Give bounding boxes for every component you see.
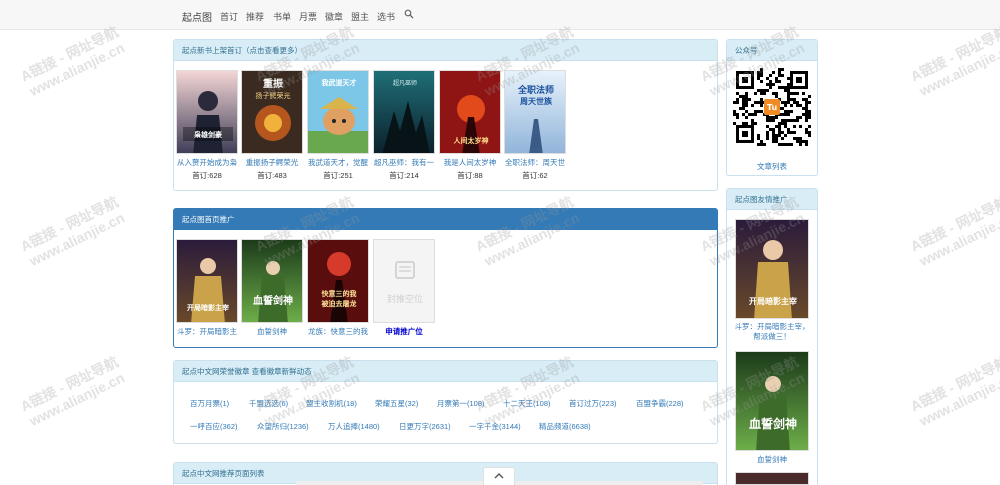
book-cover[interactable]: 重振 扬子鳄荣光 xyxy=(241,70,303,154)
qr-badge-text: Tu xyxy=(767,103,778,112)
badge-link[interactable]: 万人追捧(1480) xyxy=(328,421,380,432)
watermark: A链接 - 网址导航 www.alianjie.cn xyxy=(17,193,127,270)
svg-text:开局暗影主宰: 开局暗影主宰 xyxy=(187,303,229,312)
svg-text:我武道天才: 我武道天才 xyxy=(322,78,357,87)
watermark: A链接 - 网址导航 www.alianjie.cn xyxy=(17,23,127,100)
empty-slot-label: 封推空位 xyxy=(387,293,423,305)
badge-link[interactable]: 首订过万(223) xyxy=(569,398,617,409)
sidebar-book-card[interactable]: 开局暗影主宰 斗罗：开局暗影主宰，帮派做三！ xyxy=(733,219,811,342)
search-icon[interactable] xyxy=(404,9,414,19)
nav-item-choose-book[interactable]: 选书 xyxy=(377,10,395,23)
book-title[interactable]: 血誓剑神 xyxy=(240,326,304,337)
book-subscriptions: 首订:88 xyxy=(457,171,483,180)
article-list-link[interactable]: 文章列表 xyxy=(757,161,787,172)
book-cover[interactable]: 血誓剑神 xyxy=(241,239,303,323)
svg-text:重振: 重振 xyxy=(263,77,283,90)
badge-link[interactable]: 十二天王(108) xyxy=(503,398,551,409)
book-title[interactable]: 斗罗：开局暗影主宰，帮派做三！ xyxy=(733,322,811,342)
badge-link[interactable]: 百万月票(1) xyxy=(190,398,229,409)
book-title[interactable]: 斗罗：开局暗影主 xyxy=(175,326,239,337)
promo-book-card[interactable]: 快意三的我 被迫去屠龙 龙族：快意三的我 xyxy=(306,239,370,337)
book-title[interactable]: 龙族：快意三的我 xyxy=(306,326,370,337)
book-subscriptions: 首订:251 xyxy=(323,171,353,180)
book-title[interactable]: 血誓剑神 xyxy=(733,454,811,465)
book-subscriptions: 首订:62 xyxy=(522,171,548,180)
book-cover[interactable]: 人间太岁神 xyxy=(439,70,501,154)
svg-text:全职法师: 全职法师 xyxy=(517,84,554,96)
book-cover[interactable]: 快意三的我 被迫去屠龙 xyxy=(307,239,369,323)
book-title[interactable]: 我是人间太岁神 xyxy=(438,157,502,168)
apply-promo-link[interactable]: 申请推广位 xyxy=(372,326,436,337)
book-cover[interactable] xyxy=(735,472,809,485)
empty-slot-cover[interactable]: 封推空位 xyxy=(373,239,435,323)
book-subscriptions: 首订:628 xyxy=(192,171,222,180)
qr-code-image: Tu xyxy=(733,68,811,146)
public-account-header: 公众号 xyxy=(727,40,817,61)
svg-text:人间太岁神: 人间太岁神 xyxy=(454,136,489,145)
book-title[interactable]: 全职法师：周天世 xyxy=(503,157,567,168)
book-cover[interactable]: 枭雄剑豪 xyxy=(176,70,238,154)
site-brand[interactable]: 起点图 xyxy=(182,9,212,24)
badge-link[interactable]: 盟主收割机(18) xyxy=(306,398,357,409)
nav-item-leaders[interactable]: 盟主 xyxy=(351,10,369,23)
svg-text:血誓剑神: 血誓剑神 xyxy=(749,416,797,431)
promo-slot-card[interactable]: 封推空位 申请推广位 xyxy=(372,239,436,337)
badge-link[interactable]: 精品频道(6638) xyxy=(539,421,591,432)
book-subscriptions: 首订:483 xyxy=(257,171,287,180)
book-card[interactable]: 超凡巫师 超凡巫师：我有一 首订:214 xyxy=(372,70,436,181)
book-subscriptions: 首订:214 xyxy=(389,171,419,180)
promo-book-card[interactable]: 开局暗影主宰 斗罗：开局暗影主 xyxy=(175,239,239,337)
badge-link[interactable]: 月票第一(108) xyxy=(437,398,485,409)
scroll-top-button[interactable] xyxy=(483,467,515,485)
book-card[interactable]: 我武道天才 我武道天才，觉醒 首订:251 xyxy=(306,70,370,181)
svg-text:周天世族: 周天世族 xyxy=(520,96,553,106)
svg-text:枭雄剑豪: 枭雄剑豪 xyxy=(193,130,222,139)
svg-text:扬子鳄荣光: 扬子鳄荣光 xyxy=(256,91,291,100)
badge-link[interactable]: 一呼百应(362) xyxy=(190,421,238,432)
svg-text:超凡巫师: 超凡巫师 xyxy=(393,79,417,87)
sidebar-book-card[interactable]: 血誓剑神 血誓剑神 xyxy=(733,351,811,465)
watermark: A链接 - 网址导航 www.alianjie.cn xyxy=(17,353,127,430)
book-card[interactable]: 重振 扬子鳄荣光 重振扬子鳄荣光 首订:483 xyxy=(240,70,304,181)
svg-text:血誓剑神: 血誓剑神 xyxy=(253,294,293,307)
svg-text:开局暗影主宰: 开局暗影主宰 xyxy=(749,296,797,306)
book-cover[interactable]: 开局暗影主宰 xyxy=(176,239,238,323)
badge-link[interactable]: 众望所归(1236) xyxy=(257,421,309,432)
book-title[interactable]: 我武道天才，觉醒 xyxy=(306,157,370,168)
nav-item-first-subscription[interactable]: 首订 xyxy=(220,10,238,23)
book-title[interactable]: 从入赘开始成为枭 xyxy=(175,157,239,168)
badge-link[interactable]: 日更万字(2631) xyxy=(399,421,451,432)
watermark: A链接 - 网址导航 www.alianjie.cn xyxy=(907,193,1000,270)
nav-item-monthly-ticket[interactable]: 月票 xyxy=(299,10,317,23)
homepage-promo-header[interactable]: 起点图首页推广 xyxy=(174,209,717,230)
book-cover[interactable]: 我武道天才 xyxy=(307,70,369,154)
svg-text:被迫去屠龙: 被迫去屠龙 xyxy=(322,299,357,308)
book-card[interactable]: 全职法师 周天世族 全职法师：周天世 首订:62 xyxy=(503,70,567,181)
book-cover[interactable]: 开局暗影主宰 xyxy=(735,219,809,319)
badge-link[interactable]: 百盟争霸(228) xyxy=(636,398,684,409)
book-title[interactable]: 重振扬子鳄荣光 xyxy=(240,157,304,168)
badge-link[interactable]: 一字千金(3144) xyxy=(469,421,521,432)
book-cover[interactable]: 血誓剑神 xyxy=(735,351,809,451)
svg-text:快意三的我: 快意三的我 xyxy=(322,289,357,298)
nav-item-badges[interactable]: 徽章 xyxy=(325,10,343,23)
book-card[interactable]: 枭雄剑豪 从入赘开始成为枭 首订:628 xyxy=(175,70,239,181)
book-title[interactable]: 超凡巫师：我有一 xyxy=(372,157,436,168)
badge-link[interactable]: 千盟选选(6) xyxy=(249,398,288,409)
badges-header[interactable]: 起点中文网荣誉徽章 查看徽章新鲜动态 xyxy=(174,361,717,382)
book-card[interactable]: 人间太岁神 我是人间太岁神 首订:88 xyxy=(438,70,502,181)
book-cover[interactable]: 全职法师 周天世族 xyxy=(504,70,566,154)
book-cover[interactable]: 超凡巫师 xyxy=(373,70,435,154)
nav-item-booklist[interactable]: 书单 xyxy=(273,10,291,23)
watermark: A链接 - 网址导航 www.alianjie.cn xyxy=(907,23,1000,100)
badge-link[interactable]: 荣耀五星(32) xyxy=(375,398,418,409)
top-nav: 起点图 首订 推荐 书单 月票 徽章 盟主 选书 xyxy=(0,0,1000,30)
promo-book-card[interactable]: 血誓剑神 血誓剑神 xyxy=(240,239,304,337)
friends-promo-header: 起点图友情推广 xyxy=(727,189,817,210)
nav-item-recommend[interactable]: 推荐 xyxy=(246,10,264,23)
chevron-up-icon xyxy=(494,473,504,479)
new-books-header[interactable]: 起点新书上架首订（点击查看更多） xyxy=(174,40,717,61)
watermark: A链接 - 网址导航 www.alianjie.cn xyxy=(907,353,1000,430)
